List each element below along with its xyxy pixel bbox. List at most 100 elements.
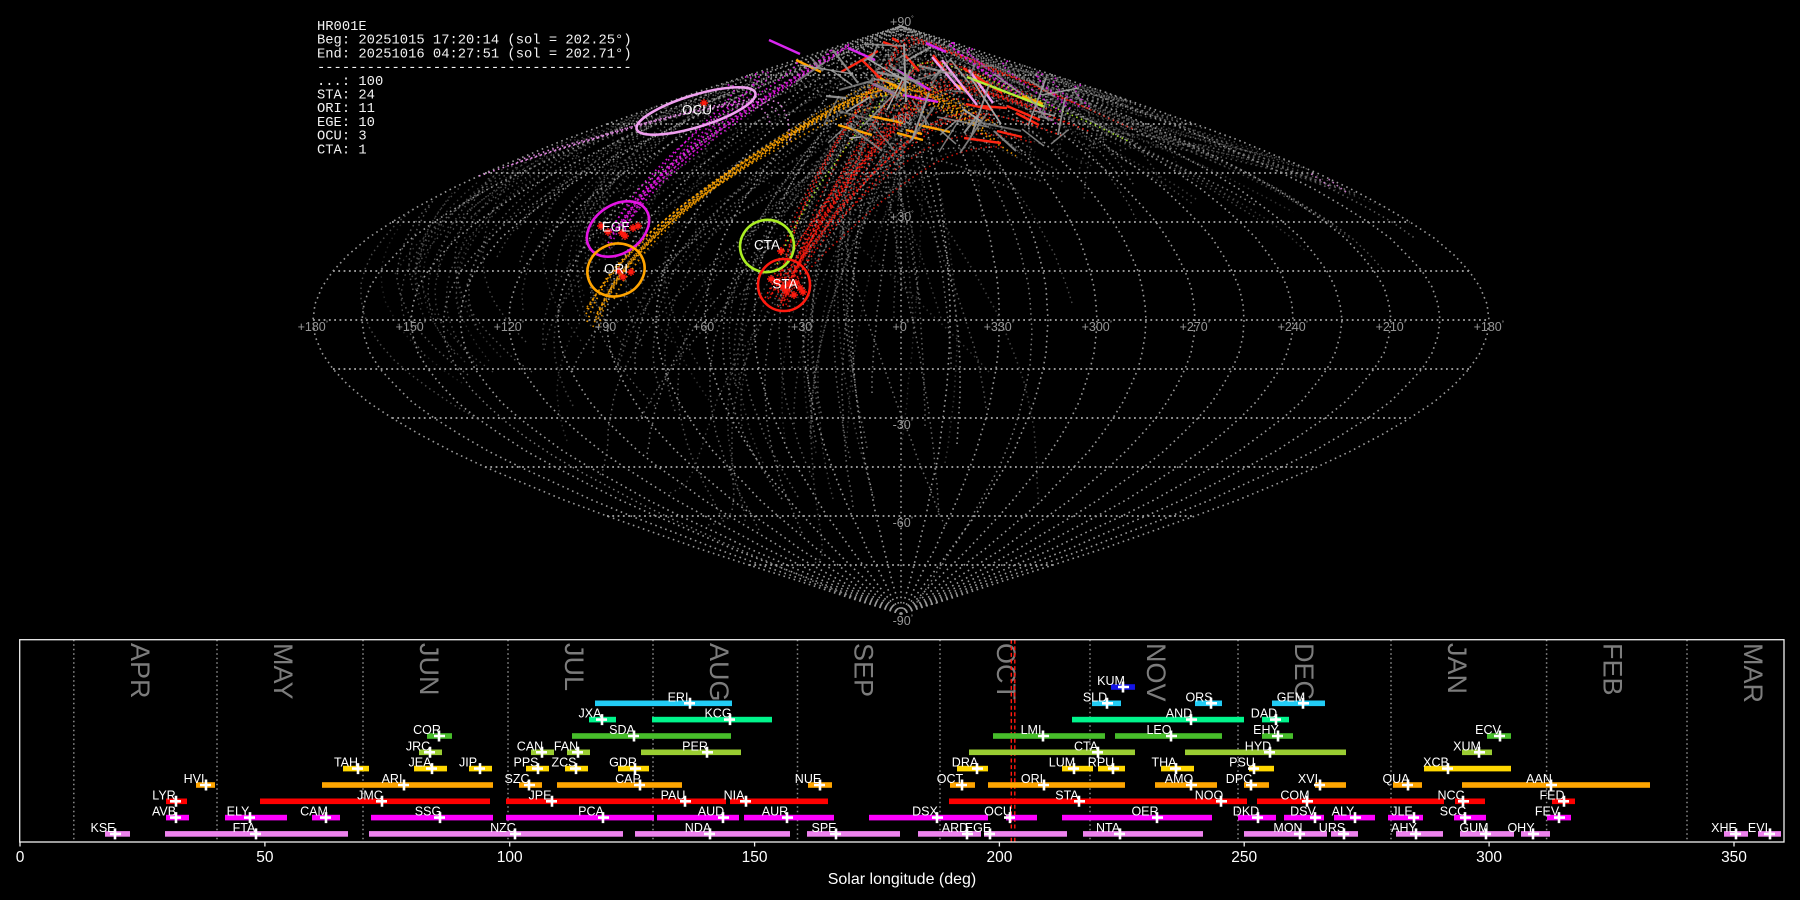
svg-text:NUE: NUE	[795, 772, 821, 786]
svg-text:JMC: JMC	[357, 788, 383, 802]
svg-text:ORI: ORI	[604, 262, 628, 277]
svg-text:XUM: XUM	[1453, 739, 1481, 753]
svg-text:JLE: JLE	[1391, 805, 1413, 819]
svg-text:PPS: PPS	[513, 756, 538, 770]
svg-text:STA: STA	[772, 277, 797, 292]
svg-text:Beg: 20251015 17:20:14 (sol =: Beg: 20251015 17:20:14 (sol = 202.25°)	[317, 33, 632, 49]
svg-text:ECV: ECV	[1475, 723, 1501, 737]
svg-text:DKD: DKD	[1233, 805, 1259, 819]
svg-text:HVI: HVI	[184, 772, 205, 786]
svg-text:XVI: XVI	[1298, 772, 1318, 786]
svg-text:FAN: FAN	[554, 739, 578, 753]
svg-text:JAN: JAN	[1442, 643, 1472, 694]
svg-text:0: 0	[16, 849, 25, 866]
svg-text:ZCS: ZCS	[552, 756, 577, 770]
svg-text:GUM: GUM	[1459, 821, 1488, 835]
svg-text:OHY: OHY	[1507, 821, 1535, 835]
svg-text:CTA: 1: CTA: 1	[317, 143, 367, 158]
svg-text:OER: OER	[1131, 805, 1158, 819]
svg-text:AMO: AMO	[1165, 772, 1194, 786]
svg-text:RPU: RPU	[1088, 756, 1114, 770]
svg-text:SSG: SSG	[415, 805, 441, 819]
svg-text:AUR: AUR	[762, 805, 788, 819]
svg-text:+60˚: +60˚	[693, 320, 717, 334]
svg-text:JEA: JEA	[409, 756, 433, 770]
svg-text:CAM: CAM	[300, 805, 328, 819]
svg-text:DAD: DAD	[1251, 707, 1277, 721]
svg-text:+30˚: +30˚	[890, 210, 914, 224]
svg-text:NCC: NCC	[1437, 788, 1464, 802]
svg-text:AUG: AUG	[704, 643, 734, 702]
svg-text:AAN: AAN	[1526, 772, 1552, 786]
svg-text:+90˚: +90˚	[890, 15, 914, 29]
svg-text:QUA: QUA	[1382, 772, 1410, 786]
svg-text:SPE: SPE	[811, 821, 836, 835]
svg-text:50: 50	[256, 849, 274, 866]
svg-text:SLD: SLD	[1083, 690, 1107, 704]
svg-text:SDA: SDA	[609, 723, 635, 737]
svg-text:+30˚: +30˚	[791, 320, 815, 334]
svg-text:OCT: OCT	[937, 772, 964, 786]
svg-text:JPE: JPE	[529, 788, 552, 802]
svg-text:PER: PER	[682, 739, 708, 753]
svg-text:+210˚: +210˚	[1376, 320, 1407, 334]
svg-text:PSU: PSU	[1229, 756, 1255, 770]
svg-text:+180˚: +180˚	[298, 320, 329, 334]
svg-text:Solar longitude (deg): Solar longitude (deg)	[828, 871, 977, 888]
svg-text:JUN: JUN	[414, 643, 444, 696]
svg-text:OCU: OCU	[984, 805, 1012, 819]
svg-text:FED: FED	[1540, 788, 1565, 802]
svg-text:+90˚: +90˚	[595, 320, 619, 334]
svg-text:XCB: XCB	[1423, 756, 1449, 770]
svg-text:+300˚: +300˚	[1082, 320, 1113, 334]
svg-text:+120˚: +120˚	[494, 320, 525, 334]
svg-text:SZC: SZC	[505, 772, 530, 786]
svg-text:LYR: LYR	[152, 788, 175, 802]
svg-text:GEM: GEM	[1277, 690, 1305, 704]
svg-text:GDR: GDR	[609, 756, 637, 770]
svg-text:MON: MON	[1273, 821, 1302, 835]
svg-text:+270˚: +270˚	[1180, 320, 1211, 334]
svg-text:PCA: PCA	[578, 805, 604, 819]
svg-text:+60˚: +60˚	[890, 112, 914, 126]
svg-text:ORS: ORS	[1185, 690, 1212, 704]
svg-text:NZC: NZC	[490, 821, 516, 835]
svg-text:NDA: NDA	[685, 821, 712, 835]
svg-text:SCC: SCC	[1440, 805, 1466, 819]
svg-text:LUM: LUM	[1049, 756, 1075, 770]
svg-text:LMI: LMI	[1021, 723, 1042, 737]
svg-text:STA: STA	[1055, 788, 1079, 802]
svg-text:NTA: NTA	[1096, 821, 1121, 835]
svg-text:FEV: FEV	[1535, 805, 1560, 819]
svg-text:JUL: JUL	[559, 643, 589, 691]
svg-text:350: 350	[1721, 849, 1747, 866]
svg-text:ARI: ARI	[382, 772, 403, 786]
svg-text:DSV: DSV	[1290, 805, 1316, 819]
svg-text:FTA: FTA	[233, 821, 256, 835]
svg-text:KUM: KUM	[1097, 674, 1125, 688]
svg-text:ORI: ORI	[1021, 772, 1043, 786]
svg-text:300: 300	[1476, 849, 1502, 866]
svg-text:SEP: SEP	[849, 643, 879, 697]
svg-text:MAR: MAR	[1738, 643, 1768, 703]
svg-text:MAY: MAY	[268, 643, 298, 700]
svg-text:EHY: EHY	[1253, 723, 1279, 737]
svg-text:ERI: ERI	[668, 690, 689, 704]
svg-text:JRC: JRC	[406, 739, 430, 753]
svg-text:+150˚: +150˚	[396, 320, 427, 334]
svg-text:-30˚: -30˚	[893, 418, 914, 432]
svg-text:COM: COM	[1280, 788, 1309, 802]
svg-text:+240˚: +240˚	[1278, 320, 1309, 334]
svg-text:AND: AND	[1166, 707, 1192, 721]
svg-text:OCU: OCU	[682, 103, 712, 118]
svg-text:OCT: OCT	[991, 643, 1021, 700]
svg-text:AVB: AVB	[152, 805, 176, 819]
svg-text:AUD: AUD	[698, 805, 724, 819]
svg-text:TAH: TAH	[334, 756, 358, 770]
svg-text:LEO: LEO	[1146, 723, 1171, 737]
svg-text:NOO: NOO	[1195, 788, 1224, 802]
svg-text:End: 20251016 04:27:51 (sol =: End: 20251016 04:27:51 (sol = 202.71°)	[317, 46, 632, 62]
svg-text:CAN: CAN	[517, 739, 543, 753]
svg-text:CAP: CAP	[615, 772, 641, 786]
svg-text:HYD: HYD	[1245, 739, 1271, 753]
